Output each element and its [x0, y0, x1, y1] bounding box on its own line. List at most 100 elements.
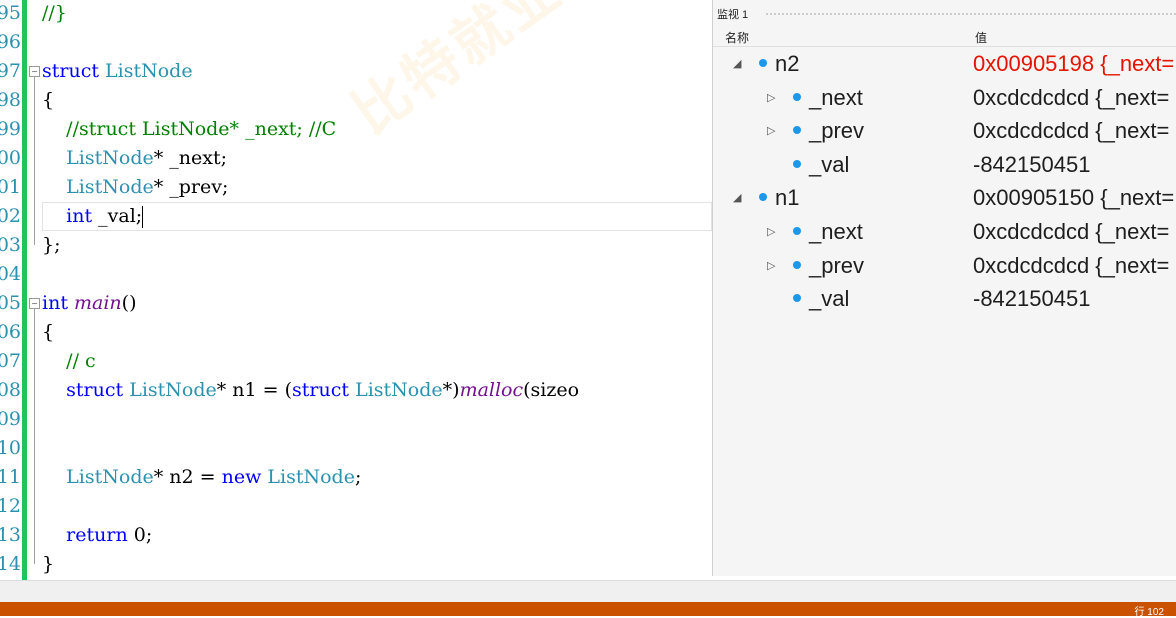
- variable-icon: [793, 294, 801, 303]
- expand-arrow-icon[interactable]: ▷: [767, 91, 775, 104]
- code-token: *): [442, 379, 460, 401]
- column-header-value[interactable]: 值: [975, 29, 987, 46]
- watch-value[interactable]: -842150451: [973, 286, 1090, 312]
- watch-value[interactable]: 0x00905150 {_next=: [973, 185, 1174, 211]
- watch-name: _next: [809, 219, 863, 244]
- watch-name: _prev: [809, 118, 865, 144]
- line-number: 114: [0, 553, 21, 575]
- line-number: 110: [0, 437, 21, 459]
- watch-name: _val: [809, 151, 850, 177]
- line-number: 101: [0, 176, 21, 198]
- fold-guide: [34, 309, 35, 564]
- fold-guide: [34, 77, 35, 245]
- code-line[interactable]: //struct ListNode* _next; //C: [42, 115, 336, 144]
- watch-window[interactable]: 监视 1 名称 值 ◢ n2 0x00905198 {_next= ▷ _next 0xc…: [712, 0, 1176, 576]
- expand-arrow-icon[interactable]: ▷: [767, 124, 775, 137]
- code-token: }: [42, 553, 55, 575]
- code-line[interactable]: {: [42, 318, 54, 347]
- code-line[interactable]: {: [42, 86, 54, 115]
- code-token: * _prev;: [153, 176, 229, 198]
- line-number: 111: [0, 466, 21, 488]
- expand-arrow-icon[interactable]: ▷: [767, 259, 775, 272]
- watch-name: n2: [775, 51, 800, 76]
- watch-value[interactable]: 0x00905198 {_next=: [973, 51, 1174, 77]
- code-line[interactable]: return 0;: [42, 521, 152, 550]
- watch-row[interactable]: ▷ _prev 0xcdcdcdcd {_next=: [713, 115, 1176, 149]
- collapse-arrow-icon[interactable]: ◢: [733, 191, 741, 204]
- line-number: 96: [0, 31, 21, 53]
- watch-row[interactable]: ▷ _next 0xcdcdcdcd {_next=: [713, 216, 1176, 250]
- watch-value[interactable]: -842150451: [973, 152, 1090, 178]
- expand-arrow-icon[interactable]: ▷: [767, 225, 775, 238]
- code-token: 0;: [127, 524, 153, 546]
- code-token: * _next;: [153, 147, 228, 169]
- code-line[interactable]: struct ListNode* n1 = (struct ListNode*)…: [42, 376, 579, 405]
- code-token: main: [74, 292, 122, 314]
- code-token: int: [66, 205, 93, 227]
- line-number: 109: [0, 408, 21, 430]
- fold-toggle[interactable]: −: [29, 298, 40, 309]
- line-number: 100: [0, 147, 21, 169]
- variable-icon: [793, 126, 801, 135]
- change-indicator-bar: [22, 0, 27, 580]
- code-token: malloc: [459, 379, 524, 401]
- code-line[interactable]: struct ListNode: [42, 57, 193, 86]
- code-line[interactable]: ListNode* n2 = new ListNode;: [42, 463, 361, 492]
- code-line[interactable]: };: [42, 231, 61, 260]
- fold-toggle[interactable]: −: [29, 66, 40, 77]
- code-token: (): [121, 292, 137, 314]
- variable-icon: [793, 260, 801, 269]
- line-number: 102: [0, 205, 21, 227]
- line-number-gutter: 95 96 97 98 99 100 101 102 103 104 105 106 107 108 109…: [0, 0, 22, 580]
- code-token: ListNode: [129, 379, 217, 401]
- watch-value[interactable]: 0xcdcdcdcd {_next=: [973, 85, 1169, 111]
- text-caret: [142, 206, 144, 228]
- code-line[interactable]: // c: [42, 347, 95, 376]
- watch-window-grip[interactable]: [765, 12, 1176, 17]
- code-token: struct: [66, 379, 124, 401]
- watch-row[interactable]: _val -842150451: [713, 283, 1176, 317]
- watch-value[interactable]: 0xcdcdcdcd {_next=: [973, 219, 1169, 245]
- code-editor[interactable]: 比特就业课 95 96 97 98 99 100 101 102 103 104 105 106 107…: [0, 0, 712, 580]
- watch-value[interactable]: 0xcdcdcdcd {_next=: [973, 118, 1169, 144]
- line-number: 113: [0, 524, 21, 546]
- watch-row[interactable]: ▷ _next 0xcdcdcdcd {_next=: [713, 82, 1176, 116]
- watch-name: _next: [809, 84, 863, 110]
- watch-row[interactable]: ◢ n2 0x00905198 {_next=: [713, 48, 1176, 82]
- watch-row[interactable]: _val -842150451: [713, 149, 1176, 183]
- code-token: * n1 = (: [216, 379, 293, 401]
- code-line[interactable]: }: [42, 550, 54, 579]
- watch-value[interactable]: 0xcdcdcdcd {_next=: [973, 253, 1169, 279]
- line-number: 103: [0, 234, 21, 256]
- code-line[interactable]: ListNode* _prev;: [42, 173, 228, 202]
- code-line[interactable]: int main(): [42, 289, 137, 318]
- line-number: 97: [0, 60, 21, 82]
- code-line[interactable]: //}: [42, 0, 67, 28]
- code-line[interactable]: ListNode* _next;: [42, 144, 227, 173]
- watch-name: n1: [775, 185, 800, 211]
- line-number: 105: [0, 292, 21, 314]
- watermark: 比特就业课: [341, 0, 625, 148]
- watch-row[interactable]: ▷ _prev 0xcdcdcdcd {_next=: [713, 250, 1176, 284]
- code-token: struct: [292, 379, 350, 401]
- line-number: 106: [0, 321, 21, 343]
- code-token: ListNode: [267, 466, 355, 488]
- collapse-arrow-icon[interactable]: ◢: [733, 57, 741, 70]
- code-token: {: [42, 89, 55, 111]
- code-line[interactable]: int _val;: [42, 202, 144, 231]
- variable-icon: [759, 59, 767, 67]
- code-token: int: [42, 292, 68, 314]
- line-number: 104: [0, 263, 21, 285]
- line-number: 107: [0, 350, 21, 372]
- code-token: _val;: [92, 205, 143, 227]
- code-token: ;: [354, 466, 362, 488]
- horizontal-scrollbar[interactable]: [0, 580, 1176, 603]
- watch-row[interactable]: ◢ n1 0x00905150 {_next=: [713, 182, 1176, 216]
- code-token: new: [221, 466, 262, 488]
- column-header-name[interactable]: 名称: [725, 29, 749, 46]
